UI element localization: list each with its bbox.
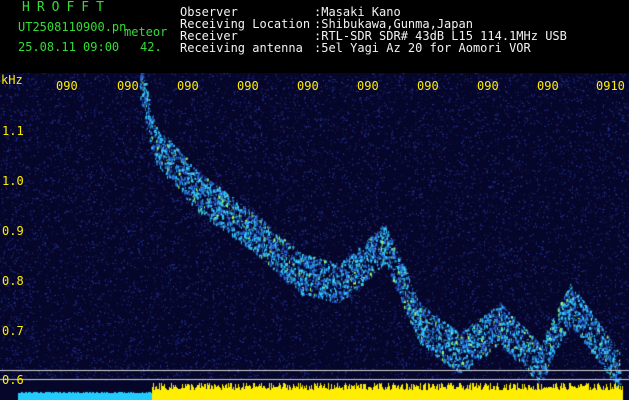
freq-tick-label: 1.0 xyxy=(2,174,24,188)
observation-count: 42. xyxy=(140,40,162,54)
freq-tick-label: 0.6 xyxy=(2,373,24,387)
time-tick-label: 090 xyxy=(297,79,319,93)
observation-datetime: 25.08.11 09:00 xyxy=(18,40,120,54)
freq-tick-label: 0.8 xyxy=(2,274,24,288)
antenna-label: Receiving antenna xyxy=(180,41,303,55)
brand-title: HROFFT xyxy=(22,0,111,15)
time-tick-label: 090 xyxy=(537,79,559,93)
freq-tick-label: 0.7 xyxy=(2,324,24,338)
freq-tick-label: 1.1 xyxy=(2,124,24,138)
time-tick-label: 0910 xyxy=(596,79,625,93)
antenna-value: :5el Yagi Az 20 for Aomori VOR xyxy=(314,41,531,55)
header-panel: HROFFT UT2508110900.pn meteor 25.08.11 0… xyxy=(0,0,629,73)
time-tick-label: 090 xyxy=(237,79,259,93)
time-tick-label: 090 xyxy=(477,79,499,93)
time-tick-label: 090 xyxy=(417,79,439,93)
time-tick-label: 090 xyxy=(177,79,199,93)
freq-tick-label: 0.9 xyxy=(2,224,24,238)
spectrogram-canvas xyxy=(0,73,629,400)
file-name: UT2508110900.pn xyxy=(18,20,127,34)
observation-kind: meteor xyxy=(124,25,168,39)
time-tick-label: 090 xyxy=(357,79,379,93)
freq-unit-label: kHz xyxy=(1,73,23,87)
time-tick-label: 090 xyxy=(117,79,139,93)
time-tick-label: 090 xyxy=(56,79,78,93)
